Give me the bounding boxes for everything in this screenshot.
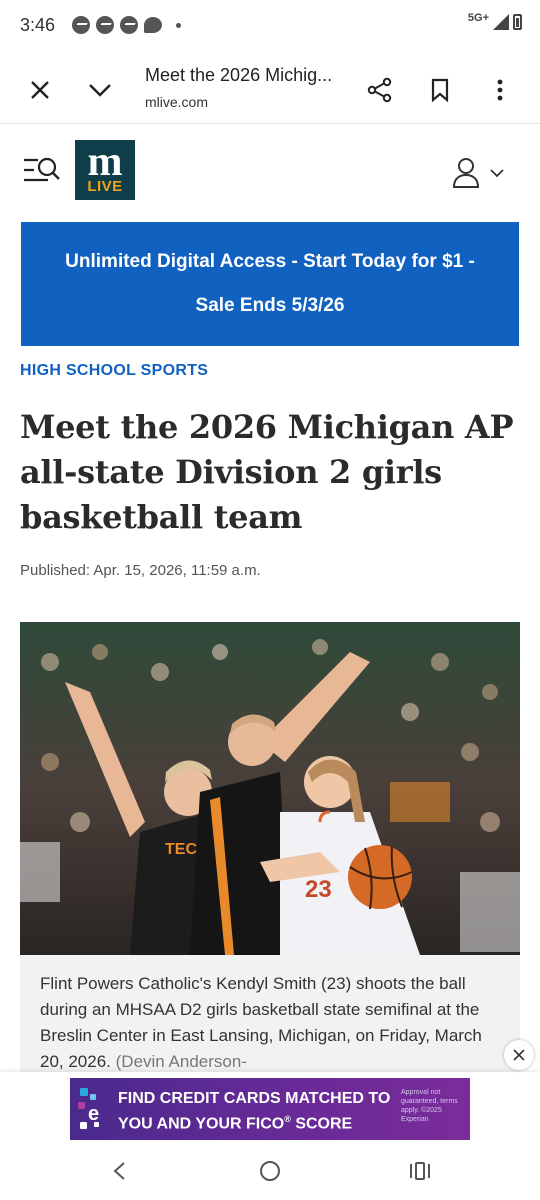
chevron-down-icon bbox=[89, 84, 111, 97]
chevron-down-icon bbox=[490, 168, 504, 177]
more-notifications-dot-icon bbox=[176, 22, 181, 28]
section-link[interactable]: HIGH SCHOOL SPORTS bbox=[20, 362, 208, 380]
ad-banner[interactable]: e FIND CREDIT CARDS MATCHED TO YOU AND Y… bbox=[70, 1078, 470, 1140]
menu-search-icon bbox=[24, 157, 60, 182]
published-date: Published: Apr. 15, 2026, 11:59 a.m. bbox=[20, 562, 261, 579]
battery-icon bbox=[513, 14, 522, 30]
promo-line-2: Sale Ends 5/3/26 bbox=[195, 295, 345, 316]
notification-icons bbox=[72, 16, 181, 34]
caption-credit: (Devin Anderson- bbox=[115, 1052, 247, 1071]
close-icon bbox=[31, 81, 49, 99]
experian-logo-icon: e bbox=[78, 1088, 99, 1129]
nav-recents-button[interactable] bbox=[405, 1156, 435, 1186]
share-icon bbox=[367, 77, 392, 103]
page-title[interactable]: Meet the 2026 Michig... bbox=[145, 65, 332, 86]
messenger-icon bbox=[120, 16, 138, 34]
ad-line-2: YOU AND YOUR FICO® SCORE bbox=[118, 1109, 390, 1134]
ad-line-2-text: YOU AND YOUR FICO bbox=[118, 1115, 285, 1133]
article-photo[interactable]: TECH 23 bbox=[20, 622, 520, 955]
ad-line-1: FIND CREDIT CARDS MATCHED TO bbox=[118, 1090, 391, 1107]
ad-fine-print: Approval not guaranteed, terms apply. ©2… bbox=[401, 1089, 458, 1123]
status-bar: 3:46 5G+ bbox=[0, 0, 540, 54]
ad-close-button[interactable] bbox=[504, 1040, 534, 1070]
account-button[interactable] bbox=[452, 156, 512, 190]
more-vert-icon bbox=[497, 79, 503, 101]
minimize-button[interactable] bbox=[82, 72, 118, 108]
share-button[interactable] bbox=[362, 72, 398, 108]
home-icon bbox=[260, 1161, 280, 1181]
bookmark-icon bbox=[431, 78, 449, 102]
status-time: 3:46 bbox=[20, 15, 56, 35]
photo-caption: Flint Powers Catholic's Kendyl Smith (23… bbox=[20, 955, 520, 1072]
basketball-photo-illustration: TECH 23 bbox=[20, 622, 520, 955]
messenger-icon bbox=[96, 16, 114, 34]
mlive-logo[interactable]: m LIVE bbox=[75, 140, 135, 200]
bookmark-button[interactable] bbox=[422, 72, 458, 108]
jersey-number: 23 bbox=[305, 876, 332, 903]
ad-logo-letter: e bbox=[88, 1103, 99, 1125]
messenger-icon bbox=[72, 16, 90, 34]
experian-logo: e bbox=[76, 1086, 110, 1134]
registered-mark: ® bbox=[284, 1114, 291, 1124]
subscription-promo-banner[interactable]: Unlimited Digital Access - Start Today f… bbox=[21, 222, 519, 346]
more-options-button[interactable] bbox=[482, 72, 518, 108]
ad-line-2-end: SCORE bbox=[290, 1115, 353, 1133]
browser-toolbar: Meet the 2026 Michig... mlive.com bbox=[0, 54, 540, 124]
page-domain[interactable]: mlive.com bbox=[145, 94, 208, 110]
status-right: 5G+ bbox=[467, 12, 522, 30]
site-header: m LIVE bbox=[0, 124, 540, 220]
back-icon bbox=[113, 1162, 125, 1180]
logo-letter: m bbox=[87, 139, 123, 185]
system-nav-bar bbox=[0, 1142, 540, 1200]
logo-live-text: LIVE bbox=[87, 178, 123, 195]
network-label: 5G+ bbox=[467, 12, 489, 24]
nav-back-button[interactable] bbox=[104, 1156, 134, 1186]
signal-icon bbox=[493, 14, 509, 30]
user-icon bbox=[452, 158, 480, 188]
close-button[interactable] bbox=[22, 72, 58, 108]
article-headline: Meet the 2026 Michigan AP all-state Divi… bbox=[20, 408, 514, 536]
chat-bubble-icon bbox=[144, 17, 162, 33]
caption-text: Flint Powers Catholic's Kendyl Smith (23… bbox=[40, 971, 500, 1072]
recents-icon bbox=[410, 1162, 430, 1180]
close-icon bbox=[513, 1049, 525, 1061]
caption-body: Flint Powers Catholic's Kendyl Smith (23… bbox=[40, 974, 482, 1071]
search-menu-button[interactable] bbox=[22, 156, 62, 184]
ad-headline: FIND CREDIT CARDS MATCHED TO YOU AND YOU… bbox=[118, 1089, 390, 1134]
ad-container: e FIND CREDIT CARDS MATCHED TO YOU AND Y… bbox=[0, 1072, 540, 1142]
promo-line-1: Unlimited Digital Access - Start Today f… bbox=[65, 251, 475, 272]
nav-home-button[interactable] bbox=[255, 1156, 285, 1186]
